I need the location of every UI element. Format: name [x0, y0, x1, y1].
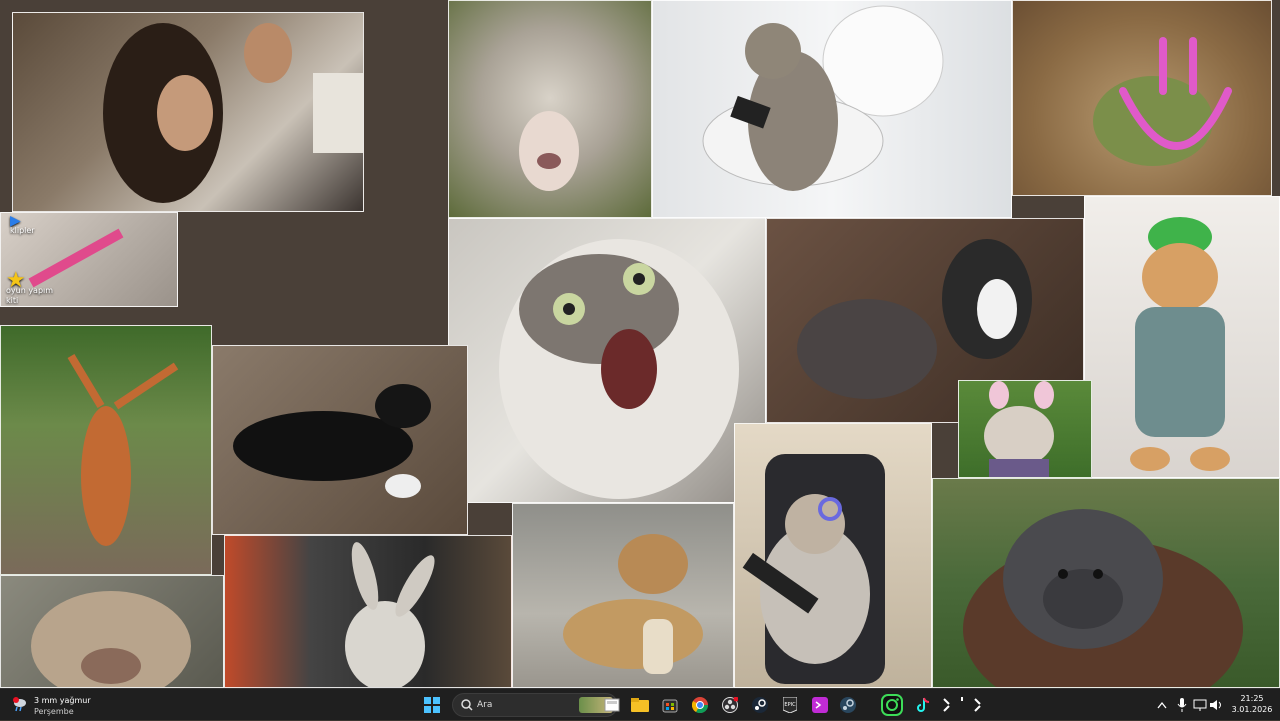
photo-squirrel-arms-up	[0, 325, 212, 575]
store-icon	[662, 699, 678, 713]
file-explorer-button[interactable]	[628, 693, 652, 717]
photo-donkey	[224, 535, 512, 688]
photo-dog-with-bread	[512, 503, 734, 688]
photo-shocked-cat	[448, 218, 766, 503]
clock-date: 3.01.2026	[1231, 705, 1273, 714]
volume-button[interactable]	[1204, 693, 1228, 717]
search-box[interactable]: Ara	[452, 693, 618, 717]
photo-cat-on-toilet	[652, 0, 1012, 218]
steam-icon	[752, 697, 768, 713]
start-icon	[424, 697, 440, 713]
sparkle-icon	[943, 697, 981, 712]
terminal-button[interactable]	[808, 693, 832, 717]
weather-day: Perşembe	[34, 707, 74, 716]
steam-button[interactable]	[748, 693, 772, 717]
chevron-up-icon	[1157, 701, 1167, 709]
desktop-wallpaper: ▶ klipler ★ oyun yapım kiti	[0, 0, 1280, 688]
photo-orangutan	[932, 478, 1280, 688]
photo-gamer-cat	[734, 423, 932, 688]
volume-icon	[1210, 700, 1221, 710]
file-explorer-icon	[604, 698, 620, 712]
desktop-icon-oyun-yapim-kiti[interactable]: ★ oyun yapım kiti	[6, 268, 66, 306]
epic-games-button[interactable]: EPIC	[778, 693, 802, 717]
search-icon	[461, 699, 473, 711]
terminal-icon	[812, 697, 828, 713]
steam-alt-button[interactable]	[836, 693, 860, 717]
obs-icon	[722, 697, 738, 713]
desktop-icon-klipler[interactable]: ▶ klipler	[10, 213, 70, 236]
weather-widget[interactable]: 3 mm yağmur Perşembe	[12, 693, 132, 717]
obs-button[interactable]	[718, 693, 742, 717]
clock[interactable]: 21:25 3.01.2026	[1228, 693, 1276, 715]
svg-text:EPIC: EPIC	[784, 702, 796, 708]
epic-games-icon: EPIC	[783, 697, 797, 713]
instagram-icon	[881, 694, 903, 716]
weather-summary: 3 mm yağmur	[34, 696, 91, 705]
folder-icon: ▶	[10, 213, 21, 229]
photo-frog-with-smile	[1012, 0, 1272, 196]
photo-sleeping-monkey	[0, 575, 224, 688]
clock-time: 21:25	[1240, 694, 1264, 703]
start-button[interactable]	[420, 693, 444, 717]
instagram-button[interactable]	[878, 691, 906, 719]
photo-black-dog-controller	[212, 345, 468, 535]
microphone-icon	[1177, 698, 1187, 712]
chrome-icon	[692, 697, 708, 713]
chrome-button[interactable]	[688, 693, 712, 717]
steam-alt-icon	[840, 697, 856, 713]
photo-two-men	[12, 12, 364, 212]
sparkle-button[interactable]	[940, 693, 984, 717]
photo-cat-green-hat	[1084, 196, 1280, 478]
star-icon: ★	[6, 268, 26, 293]
tiktok-icon	[917, 697, 930, 712]
rain-cloud-icon	[13, 697, 26, 712]
search-placeholder: Ara	[477, 700, 493, 710]
task-view-button[interactable]	[600, 693, 624, 717]
photo-wool-sheep	[448, 0, 652, 218]
folder-icon	[631, 698, 649, 712]
taskbar: 3 mm yağmur Perşembe Ara EPIC 21:25 3.01…	[0, 688, 1280, 720]
photo-bulldog-bunny-ears	[958, 380, 1092, 478]
store-button[interactable]	[658, 693, 682, 717]
tiktok-button[interactable]	[912, 693, 936, 717]
